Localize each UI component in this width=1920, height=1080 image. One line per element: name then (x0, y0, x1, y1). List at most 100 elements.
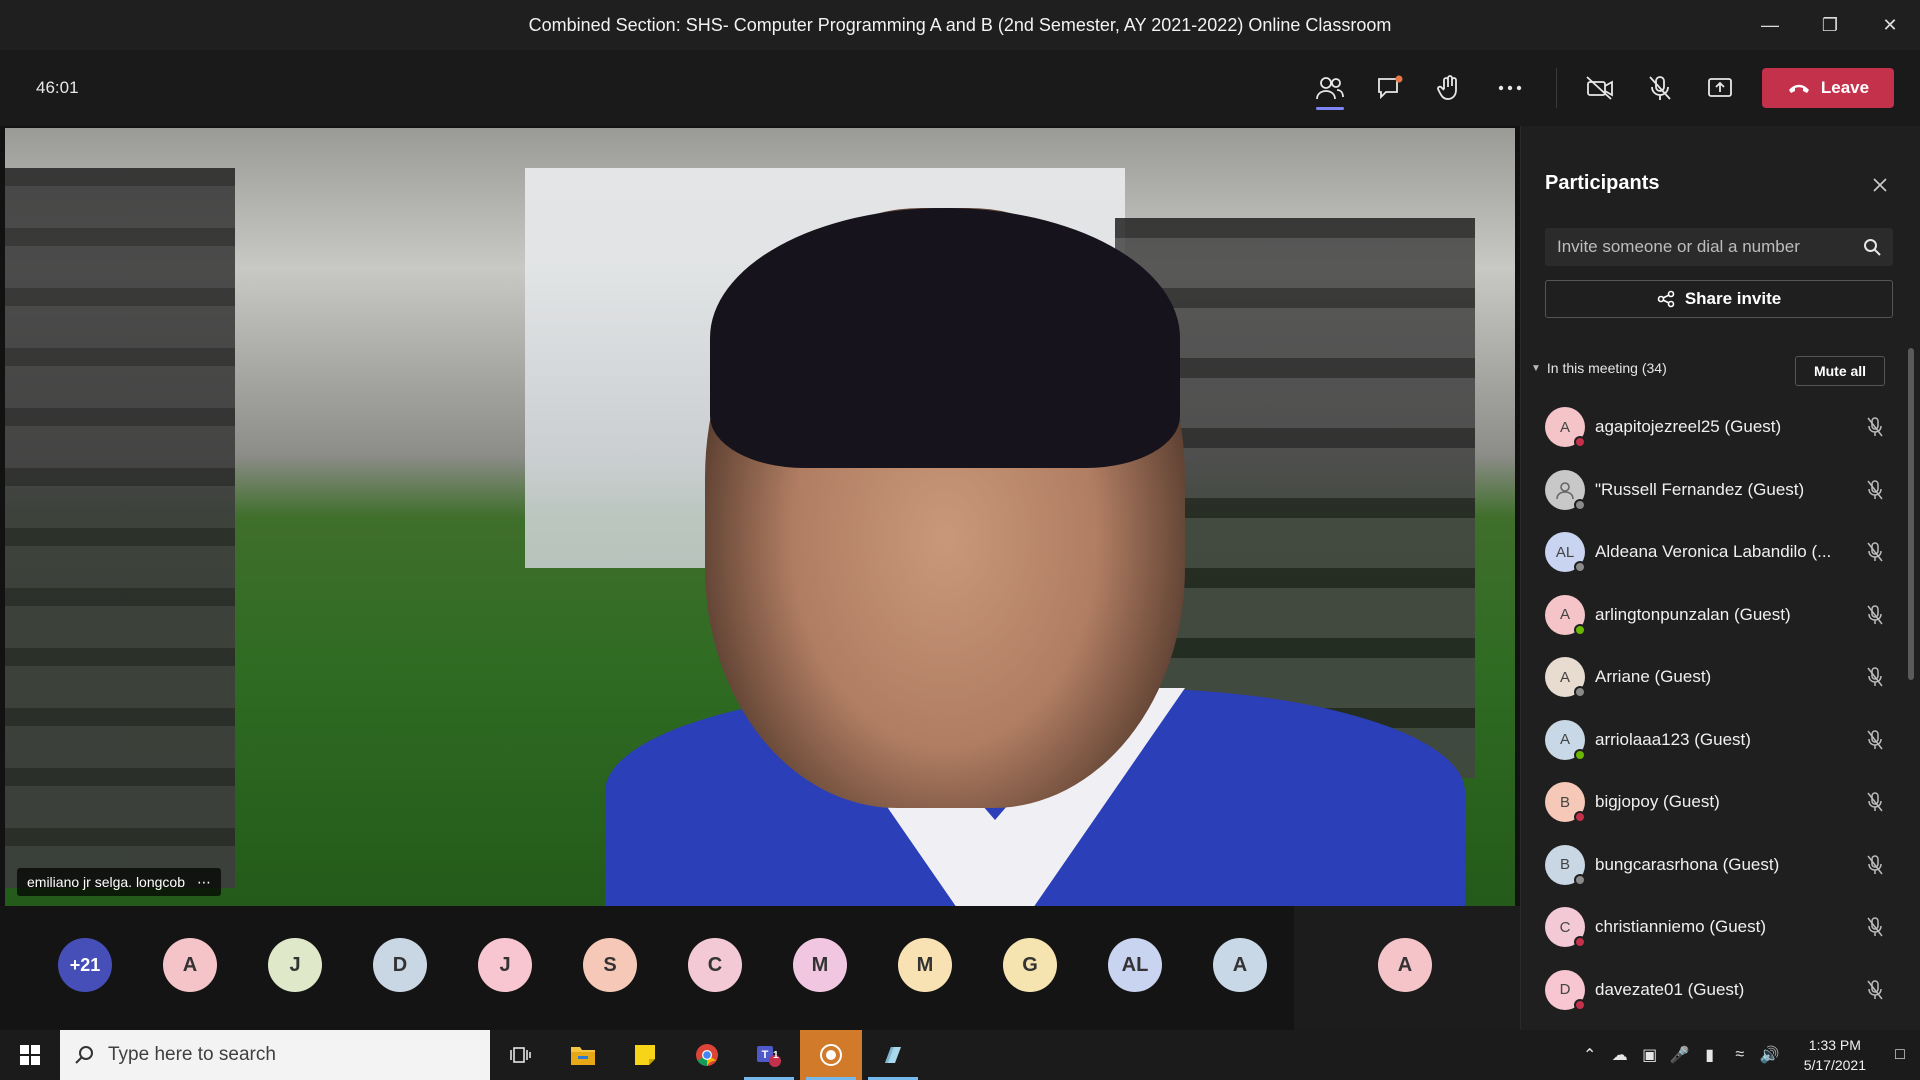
self-avatar-container: A (1378, 938, 1432, 992)
participant-row[interactable]: Bbungcarasrhona (Guest) (1545, 834, 1885, 897)
avatar-initials: M (811, 953, 829, 976)
participant-avatar[interactable]: M (793, 938, 847, 992)
participant-avatar[interactable]: M (898, 938, 952, 992)
participant-avatar[interactable]: D (373, 938, 427, 992)
participant-avatar[interactable]: C (688, 938, 742, 992)
participant-avatar[interactable]: A (163, 938, 217, 992)
avatar-initials: S (603, 953, 617, 976)
participant-avatar[interactable]: G (1003, 938, 1057, 992)
avatar-initials: C (707, 953, 723, 976)
participants-panel: Participants Invite someone or dial a nu… (1520, 126, 1920, 1030)
participant-row[interactable]: Aarriolaaa123 (Guest) (1545, 709, 1885, 772)
teams-notification-badge: 1 (773, 1050, 779, 1061)
task-view-button[interactable] (490, 1030, 552, 1080)
meeting-section-toggle[interactable]: ▼ In this meeting (34) (1531, 360, 1667, 376)
share-invite-button[interactable]: Share invite (1545, 280, 1893, 318)
show-participants-button[interactable] (1300, 64, 1360, 112)
participant-row[interactable]: Cchristianniemo (Guest) (1545, 896, 1885, 959)
mic-toggle-button[interactable] (1630, 64, 1690, 112)
avatar-initials: A (1559, 731, 1570, 749)
notepad-app-button[interactable] (862, 1030, 924, 1080)
show-conversation-button[interactable] (1360, 64, 1420, 112)
camera-toggle-button[interactable] (1570, 64, 1630, 112)
video-stage: emiliano jr selga. longcob ⋯ (0, 126, 1520, 908)
chrome-icon (696, 1044, 718, 1066)
wifi-icon[interactable]: ≈ (1730, 1046, 1750, 1064)
meeting-actions (1300, 64, 1540, 112)
mic-off-icon (1649, 76, 1671, 100)
taskbar: Type here to search T 1 ⌃ ☁ ▣ 🎤 ▮ ≈ 🔊 1:… (0, 1030, 1920, 1080)
raise-hand-button[interactable] (1420, 64, 1480, 112)
close-panel-button[interactable] (1865, 170, 1895, 200)
share-invite-label: Share invite (1684, 289, 1782, 308)
participant-row[interactable]: Ddavezate01 (Guest) (1545, 959, 1885, 1022)
camera-off-icon (1586, 76, 1613, 100)
participant-name: arriolaaa123 (Guest) (1595, 729, 1751, 749)
participant-avatar[interactable]: A (1378, 938, 1432, 992)
panel-title: Participants (1545, 172, 1660, 194)
participant-avatar: A (1545, 594, 1586, 636)
toolbar-divider (1556, 68, 1557, 108)
participant-row[interactable]: A Arriane (Guest) (1545, 646, 1885, 709)
meeting-camera-icon[interactable]: ▣ (1640, 1045, 1660, 1065)
avatar-initials: A (182, 953, 198, 976)
clock[interactable]: 1:33 PM 5/17/2021 (1804, 1035, 1866, 1075)
avatar-initials: D (392, 953, 408, 976)
participant-avatar: D (1545, 969, 1586, 1011)
chevron-up-icon[interactable]: ⌃ (1580, 1045, 1600, 1065)
people-icon (1316, 77, 1344, 100)
panel-scrollbar[interactable] (1908, 348, 1914, 680)
participant-name: bungcarasrhona (Guest) (1595, 854, 1780, 874)
chrome-button[interactable] (676, 1030, 738, 1080)
device-controls (1570, 64, 1750, 112)
speaker-more-button[interactable]: ⋯ (197, 874, 211, 891)
recorder-button[interactable] (800, 1030, 862, 1080)
speaker-name-tag: emiliano jr selga. longcob ⋯ (17, 868, 221, 896)
participant-name: christianniemo (Guest) (1595, 917, 1767, 937)
participant-name: arlingtonpunzalan (Guest) (1595, 604, 1791, 624)
restore-button[interactable]: ❐ (1800, 0, 1860, 50)
chat-icon (1378, 75, 1403, 100)
avatar-initials: A (1559, 668, 1570, 686)
participant-row[interactable]: Bbigjopoy (Guest) (1545, 771, 1885, 834)
participant-avatar[interactable]: AL (1108, 938, 1162, 992)
participant-avatar[interactable]: A (1213, 938, 1267, 992)
participant-row[interactable]: AL Aldeana Veronica Labandilo (... (1545, 521, 1885, 584)
sticky-notes-button[interactable] (614, 1030, 676, 1080)
participant-list: Aagapitojezreel25 (Guest) "Russell Fernan… (1545, 396, 1885, 1021)
avatar-initials: B (1559, 856, 1570, 874)
microphone-icon[interactable]: 🎤 (1670, 1045, 1690, 1065)
document-app-icon (885, 1047, 901, 1063)
more-actions-button[interactable] (1480, 64, 1540, 112)
folder-icon (571, 1047, 595, 1065)
share-content-button[interactable] (1690, 64, 1750, 112)
participant-avatar[interactable]: J (268, 938, 322, 992)
taskbar-search[interactable]: Type here to search (60, 1030, 490, 1080)
participant-avatar[interactable]: S (583, 938, 637, 992)
participant-row[interactable]: Aagapitojezreel25 (Guest) (1545, 396, 1885, 459)
title-bar: Combined Section: SHS- Computer Programm… (0, 0, 1920, 50)
mute-all-button[interactable]: Mute all (1795, 356, 1885, 386)
speaker-video[interactable]: emiliano jr selga. longcob ⋯ (5, 128, 1515, 908)
teams-button[interactable]: T 1 (738, 1030, 800, 1080)
close-window-button[interactable]: ✕ (1860, 0, 1920, 50)
overflow-participants-button[interactable]: +21 (58, 938, 112, 992)
avatar-initials: C (1559, 918, 1571, 936)
minimize-button[interactable]: — (1740, 0, 1800, 50)
avatar-initials: A (1232, 953, 1248, 976)
share-icon (1657, 290, 1675, 308)
invite-placeholder: Invite someone or dial a number (1557, 237, 1800, 256)
notifications-icon[interactable]: □ (1890, 1046, 1910, 1064)
leave-button[interactable]: Leave (1762, 68, 1894, 108)
battery-icon[interactable]: ▮ (1700, 1045, 1720, 1065)
participant-row[interactable]: "Russell Fernandez (Guest) (1545, 459, 1885, 522)
participant-avatar[interactable]: J (478, 938, 532, 992)
participant-row[interactable]: Aarlingtonpunzalan (Guest) (1545, 584, 1885, 647)
avatar-initials: D (1559, 981, 1571, 999)
start-button[interactable] (0, 1030, 60, 1080)
onedrive-icon[interactable]: ☁ (1610, 1045, 1630, 1065)
volume-icon[interactable]: 🔊 (1760, 1045, 1780, 1065)
invite-input[interactable]: Invite someone or dial a number (1545, 228, 1893, 266)
file-explorer-button[interactable] (552, 1030, 614, 1080)
chevron-down-icon: ▼ (1531, 362, 1541, 374)
